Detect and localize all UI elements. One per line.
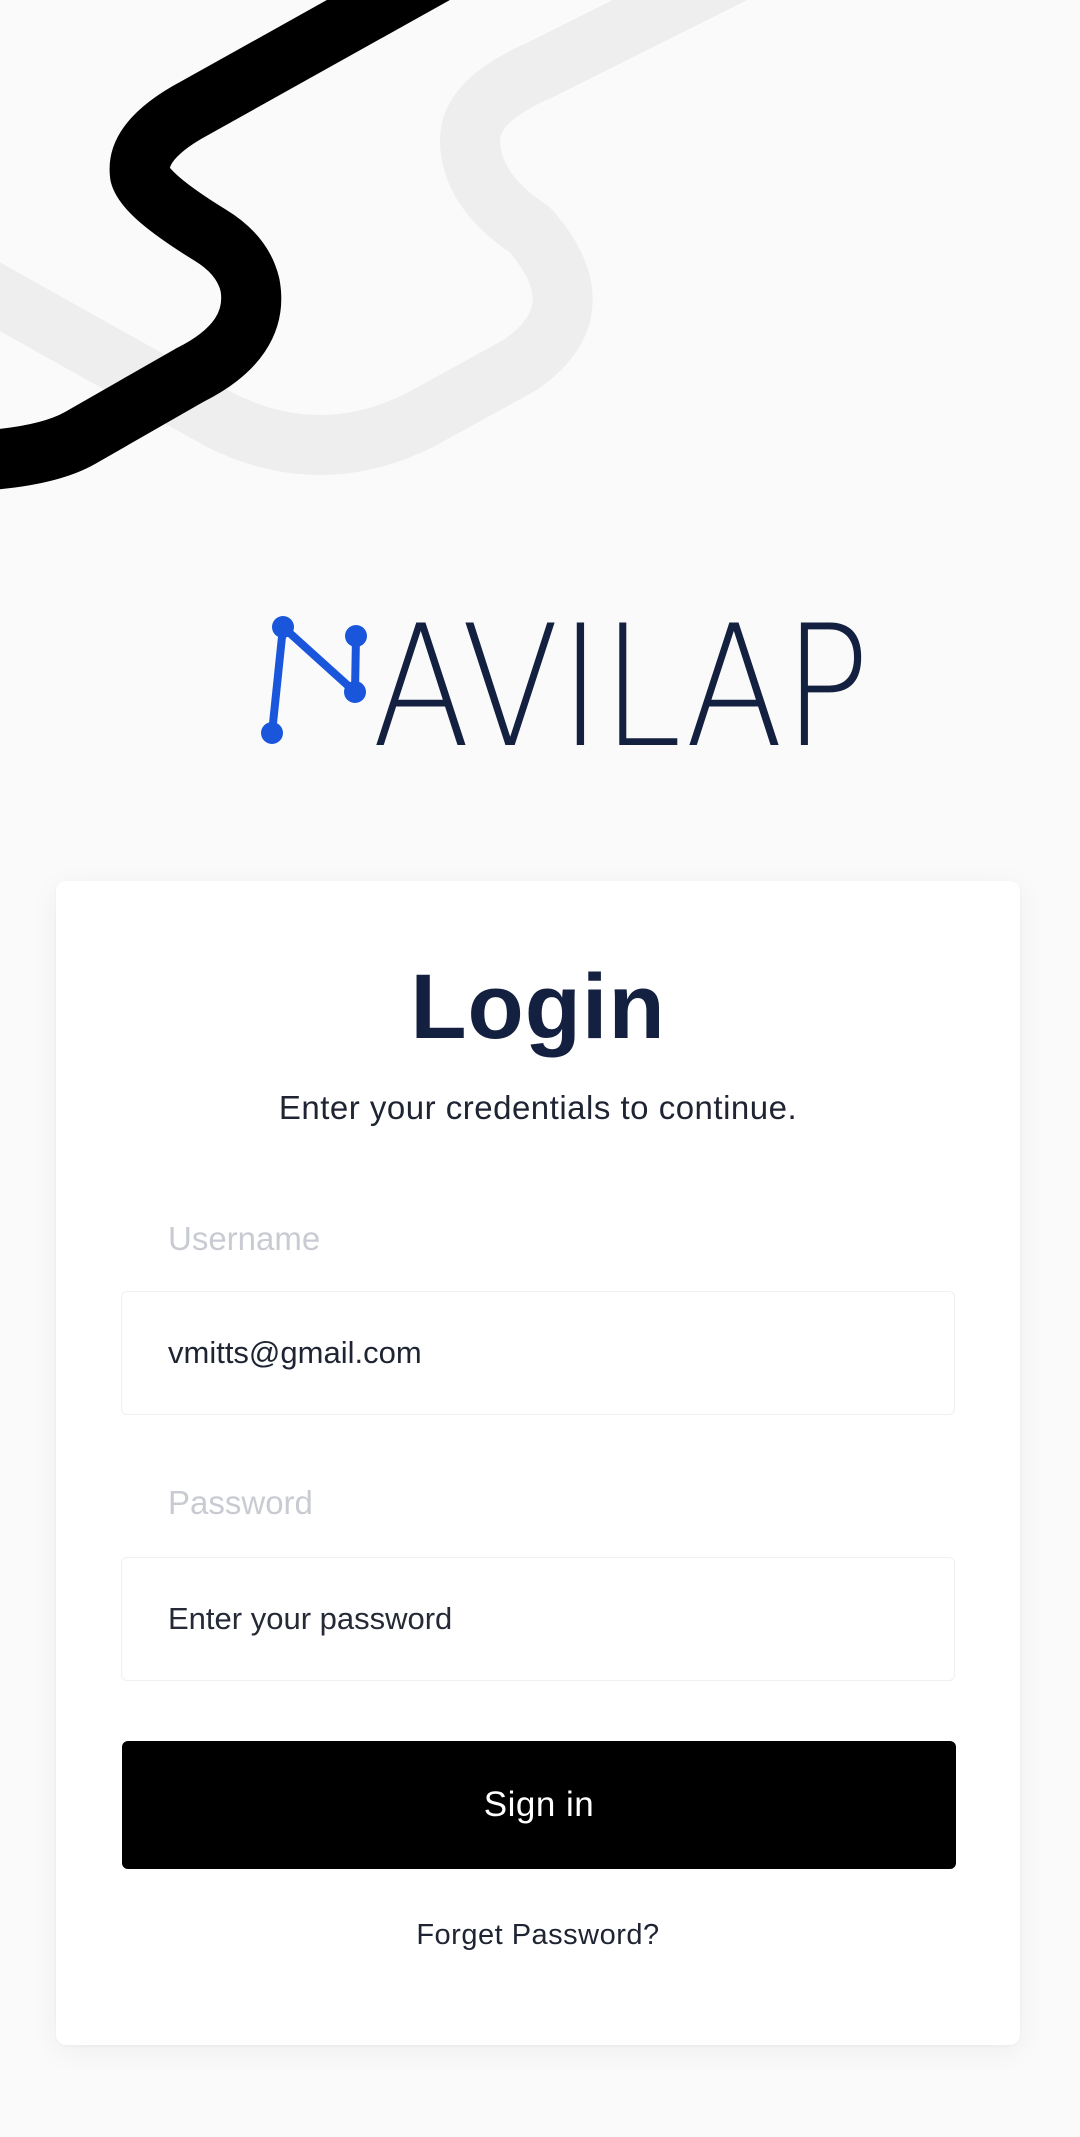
brand-wordmark: AVILAP <box>372 600 870 760</box>
password-input[interactable] <box>168 1558 928 1680</box>
username-input[interactable] <box>168 1292 928 1414</box>
sign-in-button[interactable]: Sign in <box>122 1741 956 1869</box>
login-subtitle: Enter your credentials to continue. <box>278 1089 798 1126</box>
login-title: Login <box>410 956 666 1058</box>
login-card: Login Enter your credentials to continue… <box>56 881 1020 2045</box>
login-page: AVILAP Login Enter your credentials to c… <box>0 0 1080 2137</box>
forgot-password-link[interactable]: Forget Password? <box>56 1919 1020 1952</box>
decorative-swoosh <box>0 0 748 490</box>
navilap-logo: AVILAP <box>261 600 870 760</box>
password-label: Password <box>168 1484 313 1521</box>
username-label: Username <box>168 1220 321 1257</box>
username-field[interactable] <box>121 1291 955 1415</box>
password-field[interactable] <box>121 1557 955 1681</box>
network-n-icon <box>261 616 367 744</box>
